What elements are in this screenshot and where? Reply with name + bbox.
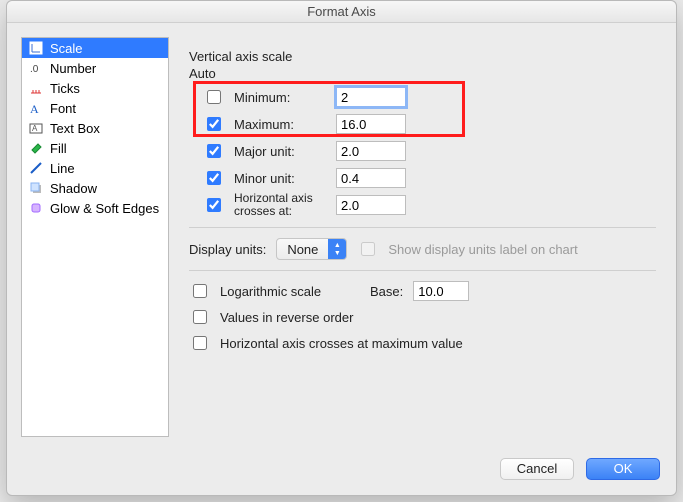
minor-unit-checkbox[interactable] <box>207 171 221 185</box>
scale-panel: Vertical axis scale Auto Minimum: Maximu… <box>179 37 662 437</box>
cross-at-max-label: Horizontal axis crosses at maximum value <box>220 336 463 351</box>
svg-text:A: A <box>32 124 38 133</box>
svg-text:.0: .0 <box>30 64 39 75</box>
major-unit-input[interactable] <box>336 141 406 161</box>
major-unit-checkbox[interactable] <box>207 144 221 158</box>
axis-crosses-input[interactable] <box>336 195 406 215</box>
display-units-value: None <box>277 242 328 257</box>
cross-at-max-checkbox[interactable] <box>193 336 207 350</box>
sidebar-item-textbox[interactable]: A Text Box <box>22 118 168 138</box>
sidebar-item-label: Fill <box>50 141 67 156</box>
minimum-label: Minimum: <box>234 90 326 105</box>
divider <box>189 227 656 228</box>
font-icon: A <box>28 100 44 116</box>
sidebar-item-shadow[interactable]: Shadow <box>22 178 168 198</box>
reverse-order-label: Values in reverse order <box>220 310 353 325</box>
auto-label: Auto <box>189 66 656 81</box>
category-sidebar: Scale .0 Number Ticks A Font A Text Box … <box>21 37 169 437</box>
row-major-unit: Major unit: <box>203 139 656 163</box>
show-units-label-checkbox <box>361 242 375 256</box>
log-scale-label: Logarithmic scale <box>220 284 360 299</box>
log-scale-checkbox[interactable] <box>193 284 207 298</box>
window-title: Format Axis <box>7 1 676 23</box>
sidebar-item-glow[interactable]: Glow & Soft Edges <box>22 198 168 218</box>
sidebar-item-line[interactable]: Line <box>22 158 168 178</box>
maximum-input[interactable] <box>336 114 406 134</box>
cancel-button[interactable]: Cancel <box>500 458 574 480</box>
row-minor-unit: Minor unit: <box>203 166 656 190</box>
svg-text:A: A <box>30 102 39 115</box>
minor-unit-label: Minor unit: <box>234 171 326 186</box>
base-label: Base: <box>370 284 403 299</box>
textbox-icon: A <box>28 120 44 136</box>
number-icon: .0 <box>28 60 44 76</box>
sidebar-item-label: Text Box <box>50 121 100 136</box>
shadow-icon <box>28 180 44 196</box>
sidebar-item-number[interactable]: .0 Number <box>22 58 168 78</box>
reverse-order-checkbox[interactable] <box>193 310 207 324</box>
format-axis-dialog: Format Axis Scale .0 Number Ticks A Font… <box>6 0 677 496</box>
row-display-units: Display units: None ▲▼ Show display unit… <box>189 238 656 260</box>
axis-crosses-checkbox[interactable] <box>207 198 221 212</box>
dialog-footer: Cancel OK <box>7 447 676 495</box>
sidebar-item-ticks[interactable]: Ticks <box>22 78 168 98</box>
maximum-label: Maximum: <box>234 117 326 132</box>
divider <box>189 270 656 271</box>
sidebar-item-font[interactable]: A Font <box>22 98 168 118</box>
ok-button[interactable]: OK <box>586 458 660 480</box>
log-base-input[interactable] <box>413 281 469 301</box>
sidebar-item-label: Line <box>50 161 75 176</box>
sidebar-item-scale[interactable]: Scale <box>22 38 168 58</box>
row-log-scale: Logarithmic scale Base: <box>189 281 656 301</box>
sidebar-item-label: Glow & Soft Edges <box>50 201 159 216</box>
show-units-label-text: Show display units label on chart <box>388 242 577 257</box>
ticks-icon <box>28 80 44 96</box>
glow-icon <box>28 200 44 216</box>
major-unit-label: Major unit: <box>234 144 326 159</box>
maximum-checkbox[interactable] <box>207 117 221 131</box>
axis-crosses-label: Horizontal axis crosses at: <box>234 192 326 218</box>
select-arrows-icon: ▲▼ <box>328 239 346 259</box>
row-reverse: Values in reverse order <box>189 307 656 327</box>
row-maximum: Maximum: <box>203 112 656 136</box>
minor-unit-input[interactable] <box>336 168 406 188</box>
dialog-body: Scale .0 Number Ticks A Font A Text Box … <box>7 23 676 447</box>
section-title: Vertical axis scale <box>189 49 656 64</box>
row-cross-max: Horizontal axis crosses at maximum value <box>189 333 656 353</box>
display-units-select[interactable]: None ▲▼ <box>276 238 347 260</box>
sidebar-item-label: Ticks <box>50 81 80 96</box>
sidebar-item-label: Scale <box>50 41 83 56</box>
sidebar-item-fill[interactable]: Fill <box>22 138 168 158</box>
minimum-checkbox[interactable] <box>207 90 221 104</box>
line-icon <box>28 160 44 176</box>
row-axis-crosses: Horizontal axis crosses at: <box>203 193 656 217</box>
sidebar-item-label: Font <box>50 101 76 116</box>
minimum-input[interactable] <box>336 87 406 107</box>
display-units-label: Display units: <box>189 242 266 257</box>
row-minimum: Minimum: <box>203 85 656 109</box>
sidebar-item-label: Shadow <box>50 181 97 196</box>
scale-icon <box>28 40 44 56</box>
sidebar-item-label: Number <box>50 61 96 76</box>
fill-icon <box>28 140 44 156</box>
